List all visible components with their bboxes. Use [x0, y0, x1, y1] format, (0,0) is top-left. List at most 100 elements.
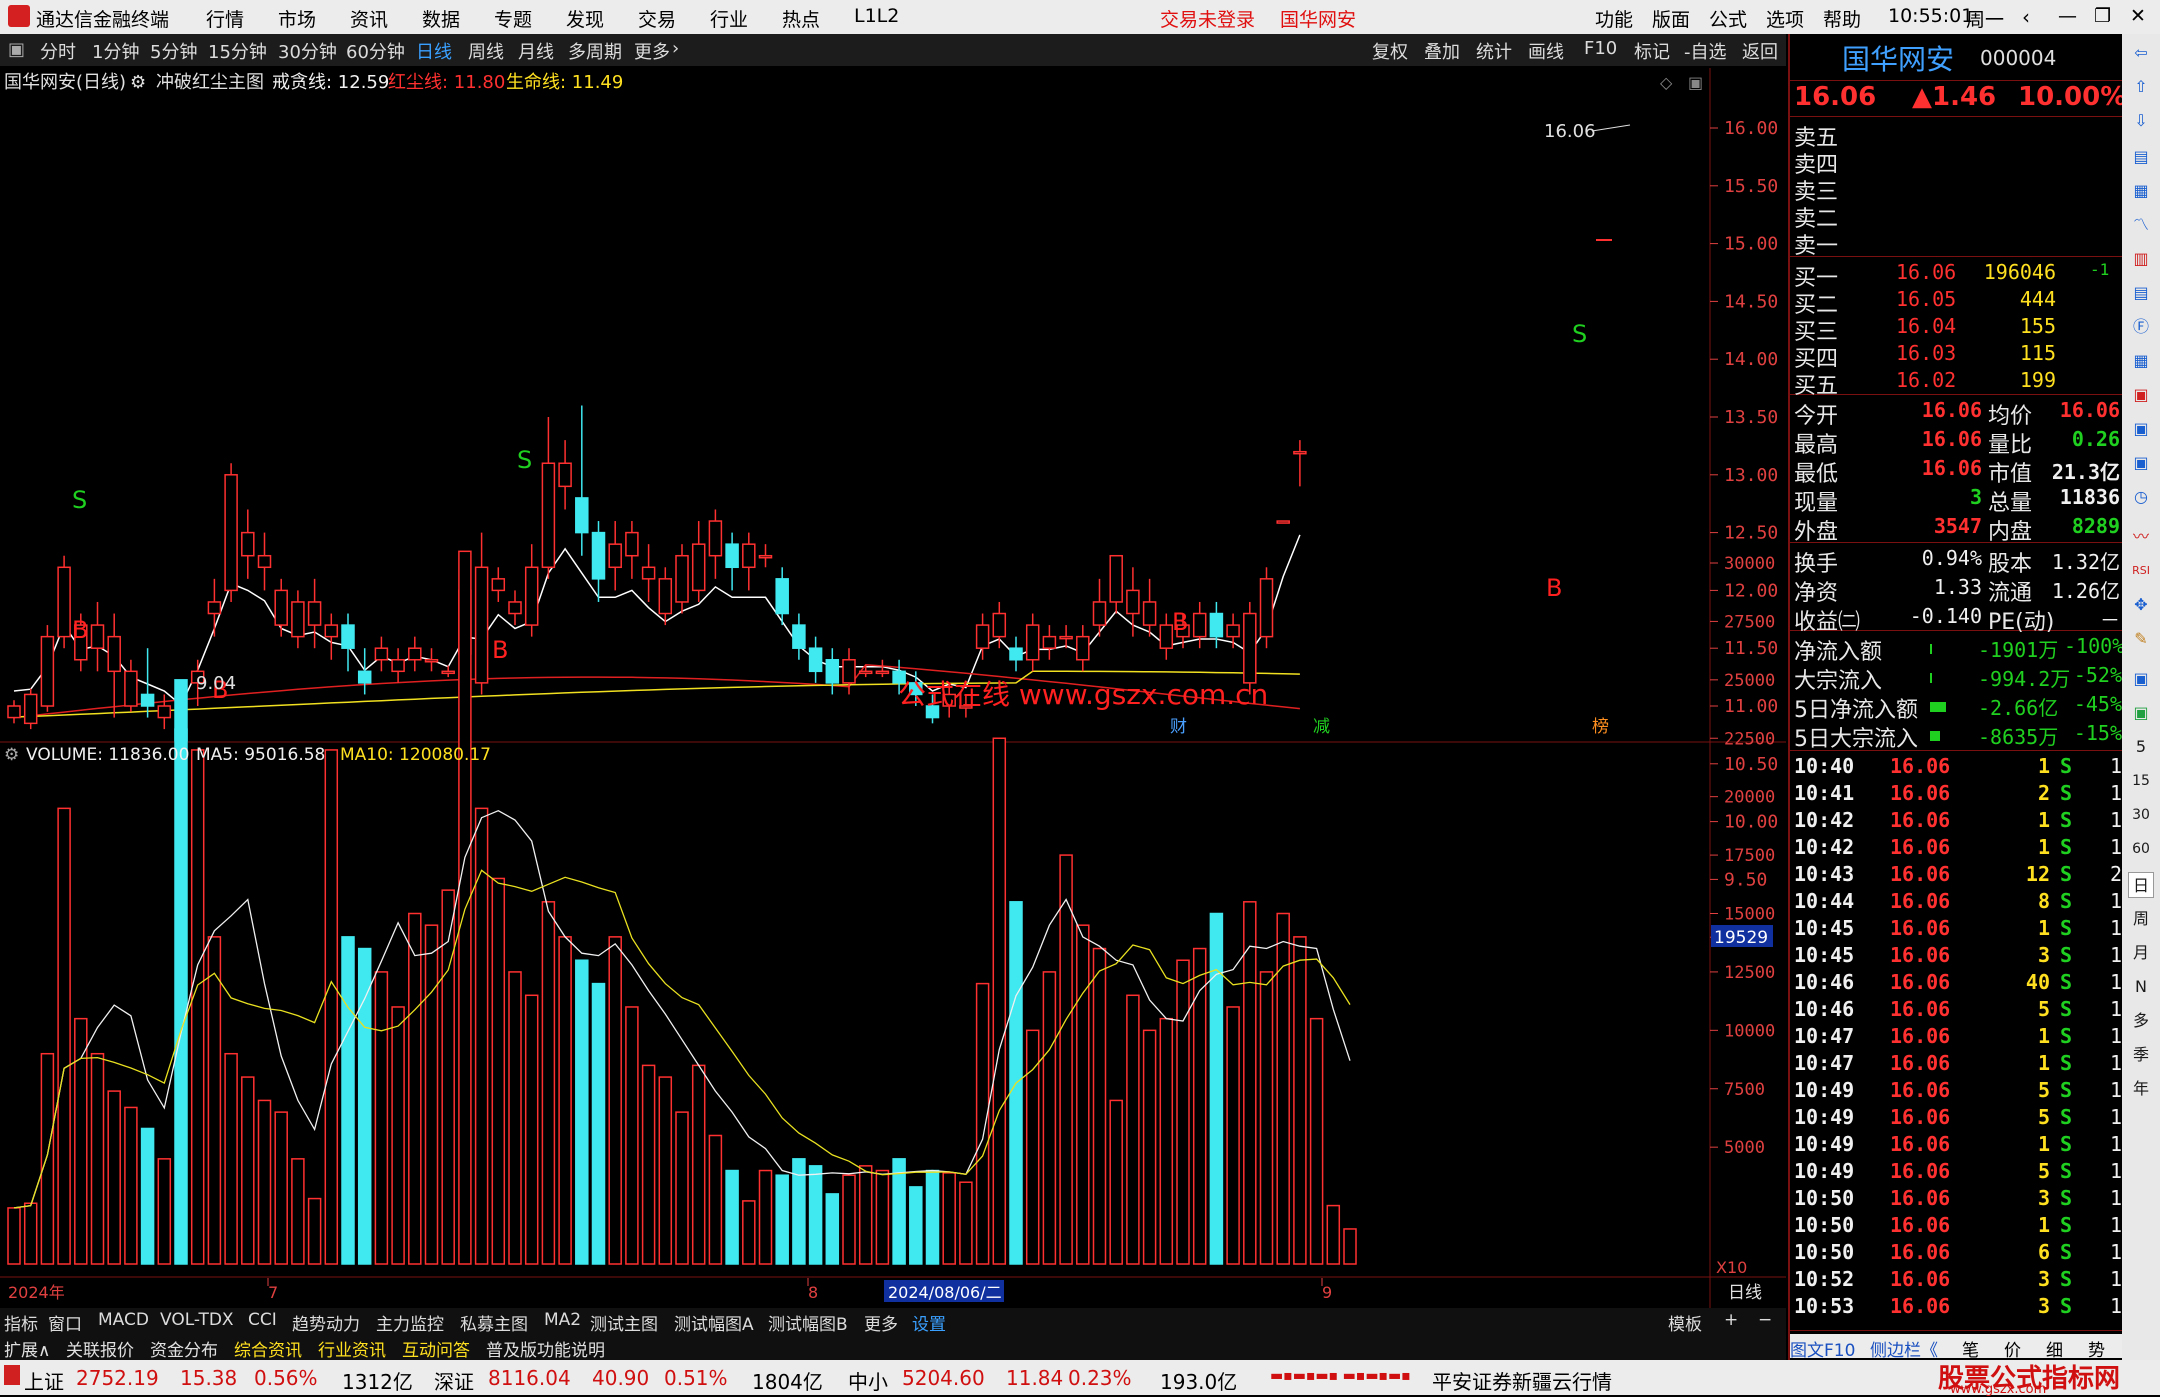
tool-tongji[interactable]: 统计: [1476, 38, 1512, 64]
clock-icon[interactable]: ◷: [2128, 484, 2154, 510]
link-guanlian[interactable]: 关联报价: [66, 1336, 134, 1361]
news-icon[interactable]: ▤: [2128, 280, 2154, 306]
period-year-icon[interactable]: 年: [2128, 1076, 2154, 1102]
arrow-down-icon[interactable]: ⇩: [2128, 108, 2154, 134]
menu-zhuanti[interactable]: 专题: [494, 5, 532, 32]
f10-icon[interactable]: Ⓕ: [2128, 314, 2154, 340]
menu-jiaoyi[interactable]: 交易: [638, 5, 676, 32]
menu-l1l2[interactable]: L1L2: [854, 5, 899, 27]
layout-toggle-icon[interactable]: ▣: [8, 39, 25, 60]
arrow-left-icon[interactable]: ⇦: [2128, 40, 2154, 66]
diamond-icon[interactable]: ◇: [1660, 73, 1673, 92]
period-1min[interactable]: 1分钟: [92, 38, 139, 64]
link-expand[interactable]: 扩展∧: [4, 1336, 50, 1361]
tab-macd[interactable]: MACD: [98, 1310, 149, 1330]
tab-qushi[interactable]: 趋势动力: [292, 1310, 360, 1335]
sz-label[interactable]: 深证: [434, 1366, 474, 1395]
chevron-right-icon[interactable]: ›: [672, 38, 679, 59]
sh-label[interactable]: 上证: [24, 1366, 64, 1395]
tab-template[interactable]: 模板: [1668, 1310, 1702, 1335]
period-5min[interactable]: 5分钟: [150, 38, 197, 64]
menu-xuanxiang[interactable]: 选项: [1766, 5, 1804, 32]
menu-shuju[interactable]: 数据: [422, 5, 460, 32]
link-puji[interactable]: 普及版功能说明: [486, 1336, 605, 1361]
add-icon[interactable]: +: [1724, 1310, 1738, 1330]
grid-icon[interactable]: ▦: [2128, 178, 2154, 204]
tab-shezhi[interactable]: 设置: [912, 1310, 946, 1335]
tool-huaxian[interactable]: 画线: [1528, 38, 1564, 64]
tool-diejia[interactable]: 叠加: [1424, 38, 1460, 64]
link-zonghe[interactable]: 综合资讯: [234, 1336, 302, 1361]
menu-bangzhu[interactable]: 帮助: [1823, 5, 1861, 32]
menu-faxian[interactable]: 发现: [566, 5, 604, 32]
tab-ceshi-b[interactable]: 测试幅图B: [768, 1310, 848, 1335]
move-icon[interactable]: ✥: [2128, 592, 2154, 618]
table-icon[interactable]: ▦: [2128, 348, 2154, 374]
f10-link[interactable]: 图文F10: [1790, 1336, 1855, 1361]
menu-banmian[interactable]: 版面: [1652, 5, 1690, 32]
tab-zhibiao[interactable]: 指标: [4, 1310, 38, 1335]
tab-vol-tdx[interactable]: VOL-TDX: [160, 1310, 234, 1330]
link-hudong[interactable]: 互动问答: [402, 1336, 470, 1361]
menu-gongshi[interactable]: 公式: [1709, 5, 1747, 32]
menu-shichang[interactable]: 市场: [278, 5, 316, 32]
remove-icon[interactable]: −: [1758, 1310, 1772, 1330]
period-season-icon[interactable]: 季: [2128, 1042, 2154, 1068]
period-60min[interactable]: 60分钟: [346, 38, 405, 64]
period-fenshi[interactable]: 分时: [40, 38, 76, 64]
menu-hangye[interactable]: 行业: [710, 5, 748, 32]
menu-gongneng[interactable]: 功能: [1595, 5, 1633, 32]
back-icon[interactable]: ‹: [2022, 5, 2030, 29]
period-day-icon[interactable]: 日: [2128, 872, 2154, 898]
period-day[interactable]: 日线: [416, 38, 452, 64]
tool-fanhui[interactable]: 返回: [1742, 38, 1778, 64]
menu-zixun[interactable]: 资讯: [350, 5, 388, 32]
menu-redian[interactable]: 热点: [782, 5, 820, 32]
period-15-icon[interactable]: 15: [2128, 768, 2154, 794]
zx-label[interactable]: 中小: [848, 1366, 888, 1395]
rsi-chart-icon[interactable]: 〰: [2128, 524, 2154, 550]
tool-zixuan[interactable]: -自选: [1684, 38, 1727, 64]
f2-icon[interactable]: ▣: [2128, 416, 2154, 442]
period-30-icon[interactable]: 30: [2128, 802, 2154, 828]
login-status[interactable]: 交易未登录: [1160, 5, 1255, 32]
tab-ceshi-a[interactable]: 测试幅图A: [674, 1310, 754, 1335]
period-15min[interactable]: 15分钟: [208, 38, 267, 64]
tab-chuangkou[interactable]: 窗口: [48, 1310, 82, 1335]
arrow-up-icon[interactable]: ⇧: [2128, 74, 2154, 100]
tool-biaoji[interactable]: 标记: [1634, 38, 1670, 64]
chart-settings-icon[interactable]: ⚙: [130, 72, 146, 93]
chart-formula[interactable]: 冲破红尘主图: [156, 72, 264, 93]
tab-zhuli[interactable]: 主力监控: [376, 1310, 444, 1335]
link-zijin[interactable]: 资金分布: [150, 1336, 218, 1361]
link-hangye[interactable]: 行业资讯: [318, 1336, 386, 1361]
bookmark-icon[interactable]: ▣: [2128, 382, 2154, 408]
pen-icon[interactable]: ✎: [2128, 626, 2154, 652]
line-chart-icon[interactable]: 〽: [2128, 212, 2154, 238]
volume-settings-icon[interactable]: ⚙: [4, 745, 19, 765]
period-multi[interactable]: 多周期: [568, 38, 622, 64]
tool-fuquan[interactable]: 复权: [1372, 38, 1408, 64]
period-30min[interactable]: 30分钟: [278, 38, 337, 64]
stats-icon[interactable]: ▣: [2128, 700, 2154, 726]
rsi-icon[interactable]: RSI: [2128, 558, 2154, 584]
period-month[interactable]: 月线: [518, 38, 554, 64]
restore-icon[interactable]: ❐: [2094, 5, 2111, 27]
kline-chart[interactable]: 16.00 15.50 15.00 14.50 14.00 13.50 13.00 12.50…: [0, 68, 1786, 1308]
menu-hangqing[interactable]: 行情: [206, 5, 244, 32]
period-n-icon[interactable]: N: [2128, 974, 2154, 1000]
candle-icon[interactable]: ▥: [2128, 246, 2154, 272]
f5-icon[interactable]: ▣: [2128, 450, 2154, 476]
fs-icon[interactable]: ▣: [2128, 666, 2154, 692]
sidebar-link[interactable]: 侧边栏《: [1870, 1336, 1938, 1361]
period-more[interactable]: 更多: [634, 38, 670, 64]
minimize-icon[interactable]: —: [2058, 5, 2077, 27]
period-month-icon[interactable]: 月: [2128, 940, 2154, 966]
tab-ma2[interactable]: MA2: [544, 1310, 581, 1330]
tab-ceshi-zhu[interactable]: 测试主图: [590, 1310, 658, 1335]
tab-simu[interactable]: 私募主图: [460, 1310, 528, 1335]
tab-cci[interactable]: CCI: [248, 1310, 277, 1330]
period-multi-icon[interactable]: 多: [2128, 1008, 2154, 1034]
period-week-icon[interactable]: 周: [2128, 906, 2154, 932]
period-week[interactable]: 周线: [468, 38, 504, 64]
